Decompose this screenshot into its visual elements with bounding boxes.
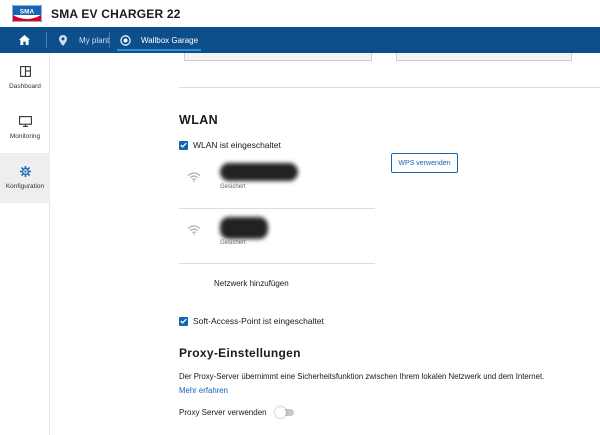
app-header: SMA SMA EV CHARGER 22 bbox=[0, 0, 600, 27]
sidebar-item-dashboard[interactable]: Dashboard bbox=[0, 53, 50, 103]
sidebar: Dashboard Monitoring Konfiguration bbox=[0, 53, 50, 435]
network-ssid-redacted bbox=[220, 163, 298, 181]
proxy-toggle-switch[interactable] bbox=[274, 407, 294, 418]
checkmark-icon bbox=[180, 142, 187, 148]
wlan-enabled-row[interactable]: WLAN ist eingeschaltet bbox=[179, 140, 281, 150]
wifi-icon bbox=[187, 172, 201, 182]
nav-item-my-plant[interactable]: My plant bbox=[57, 27, 109, 53]
section-divider bbox=[179, 87, 600, 88]
toggle-knob bbox=[274, 407, 286, 418]
location-pin-icon bbox=[57, 34, 69, 46]
home-icon bbox=[18, 35, 30, 45]
wlan-enabled-checkbox[interactable] bbox=[179, 140, 188, 150]
list-divider bbox=[179, 263, 375, 264]
wlan-enabled-label: WLAN ist eingeschaltet bbox=[193, 140, 281, 150]
target-icon bbox=[119, 34, 131, 46]
wlan-network-item[interactable]: Gesichert bbox=[179, 154, 375, 208]
checkmark-icon bbox=[180, 318, 187, 324]
network-security-status: Gesichert bbox=[220, 240, 246, 246]
softap-enabled-checkbox[interactable] bbox=[179, 316, 188, 326]
wps-button[interactable]: WPS verwenden bbox=[391, 153, 458, 173]
nav-separator bbox=[109, 32, 110, 48]
breadcrumb-nav: My plant Wallbox Garage bbox=[0, 27, 600, 53]
home-button[interactable] bbox=[14, 32, 34, 48]
sidebar-item-label: Dashboard bbox=[9, 83, 41, 90]
softap-enabled-row[interactable]: Soft-Access-Point ist eingeschaltet bbox=[179, 316, 324, 326]
gear-icon bbox=[19, 166, 31, 177]
main-content: WLAN WLAN ist eingeschaltet WPS verwende… bbox=[51, 53, 600, 435]
dashboard-icon bbox=[19, 66, 31, 77]
wifi-icon bbox=[187, 225, 201, 235]
proxy-toggle-row: Proxy Server verwenden bbox=[179, 407, 294, 418]
nav-item-label: My plant bbox=[79, 35, 110, 45]
nav-separator bbox=[46, 32, 47, 48]
nav-item-label: Wallbox Garage bbox=[141, 35, 199, 45]
wlan-network-item[interactable]: Gesichert bbox=[179, 209, 375, 263]
ip-address-field[interactable] bbox=[396, 53, 572, 61]
sidebar-item-monitoring[interactable]: Monitoring bbox=[0, 103, 50, 153]
more-info-link[interactable]: Mehr erfahren bbox=[179, 386, 228, 395]
sidebar-item-label: Konfiguration bbox=[5, 183, 45, 190]
wlan-heading: WLAN bbox=[179, 113, 219, 127]
network-ssid-redacted bbox=[220, 217, 268, 239]
proxy-heading: Proxy-Einstellungen bbox=[179, 346, 301, 360]
ip-address-field[interactable] bbox=[184, 53, 372, 61]
proxy-toggle-label: Proxy Server verwenden bbox=[179, 408, 267, 417]
sidebar-item-konfiguration[interactable]: Konfiguration bbox=[0, 153, 50, 203]
monitor-icon bbox=[18, 116, 32, 127]
add-network-button[interactable]: Netzwerk hinzufügen bbox=[214, 279, 289, 288]
app-title: SMA EV CHARGER 22 bbox=[51, 7, 181, 21]
sidebar-item-label: Monitoring bbox=[9, 133, 41, 140]
softap-enabled-label: Soft-Access-Point ist eingeschaltet bbox=[193, 316, 324, 326]
svg-text:SMA: SMA bbox=[20, 8, 35, 15]
active-tab-indicator bbox=[117, 49, 201, 51]
proxy-description: Der Proxy-Server übernimmt eine Sicherhe… bbox=[179, 372, 545, 381]
network-security-status: Gesichert bbox=[220, 184, 246, 190]
sma-logo: SMA bbox=[12, 5, 42, 22]
